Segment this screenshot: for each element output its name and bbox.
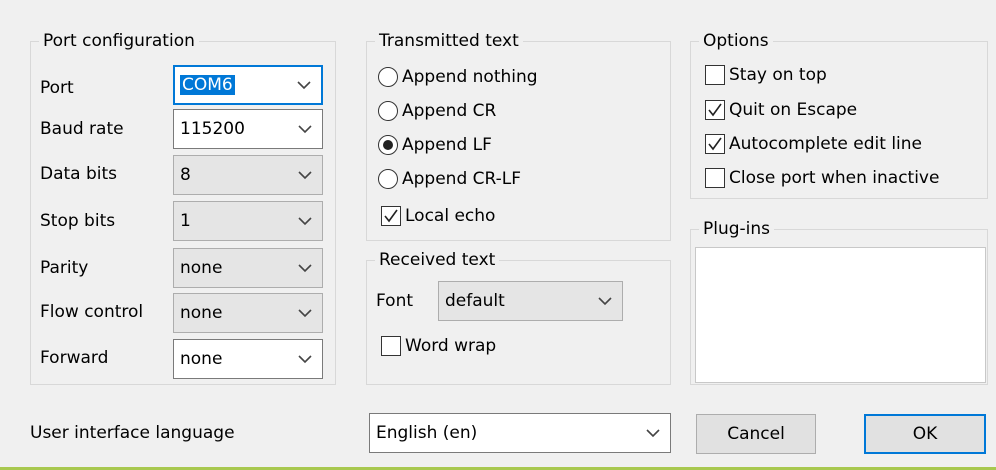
checkbox-unchecked[interactable] [705, 65, 725, 85]
checkbox-unchecked[interactable] [381, 336, 401, 356]
data-bits-value: 8 [180, 165, 191, 185]
ok-button[interactable]: OK [864, 414, 986, 454]
baud-rate-select[interactable]: 115200 [173, 109, 323, 149]
chevron-down-icon [298, 309, 312, 318]
radio-append-lf[interactable]: Append LF [378, 135, 492, 155]
stay-on-top-label: Stay on top [729, 65, 827, 85]
stop-bits-label: Stop bits [40, 211, 116, 231]
close-port-when-inactive-label: Close port when inactive [729, 168, 940, 188]
radio-append-cr-lf[interactable]: Append CR-LF [378, 169, 521, 189]
stay-on-top-checkbox[interactable]: Stay on top [705, 65, 827, 85]
stop-bits-value: 1 [180, 211, 191, 231]
radio-label: Append CR [402, 101, 497, 121]
local-echo-checkbox[interactable]: Local echo [381, 206, 495, 226]
radio-button-selected[interactable] [378, 135, 398, 155]
close-port-when-inactive-checkbox[interactable]: Close port when inactive [705, 168, 939, 188]
local-echo-label: Local echo [405, 206, 496, 226]
chevron-down-icon [298, 217, 312, 226]
word-wrap-label: Word wrap [405, 336, 497, 356]
quit-on-escape-label: Quit on Escape [729, 100, 858, 120]
forward-select[interactable]: none [173, 339, 323, 379]
plugins-list[interactable] [695, 247, 986, 383]
autocomplete-edit-line-label: Autocomplete edit line [729, 134, 923, 154]
data-bits-label: Data bits [40, 164, 118, 184]
radio-button[interactable] [378, 67, 398, 87]
chevron-down-icon [298, 264, 312, 273]
forward-value: none [180, 349, 223, 369]
plugins-title: Plug-ins [699, 218, 775, 240]
stop-bits-select[interactable]: 1 [173, 201, 323, 241]
parity-value: none [180, 258, 223, 278]
chevron-down-icon [298, 171, 312, 180]
parity-label: Parity [40, 258, 89, 278]
forward-label: Forward [40, 348, 109, 368]
checkbox-checked[interactable] [705, 134, 725, 154]
ui-language-label: User interface language [30, 423, 235, 443]
chevron-down-icon [646, 429, 660, 438]
font-label: Font [376, 291, 414, 311]
ui-language-select[interactable]: English (en) [369, 413, 671, 453]
radio-label: Append CR-LF [402, 169, 522, 189]
radio-label: Append nothing [402, 67, 538, 87]
chevron-down-icon [297, 81, 311, 90]
chevron-down-icon [298, 125, 312, 134]
baud-rate-value: 115200 [180, 119, 245, 139]
checkmark-icon [708, 103, 722, 117]
baud-rate-label: Baud rate [40, 119, 124, 139]
checkbox-checked[interactable] [705, 100, 725, 120]
options-title: Options [699, 30, 773, 52]
radio-dot [383, 140, 393, 150]
checkmark-icon [384, 209, 398, 223]
radio-append-cr[interactable]: Append CR [378, 101, 496, 121]
chevron-down-icon [598, 297, 612, 306]
radio-button[interactable] [378, 169, 398, 189]
autocomplete-edit-line-checkbox[interactable]: Autocomplete edit line [705, 134, 922, 154]
quit-on-escape-checkbox[interactable]: Quit on Escape [705, 100, 857, 120]
transmitted-text-title: Transmitted text [375, 30, 523, 52]
word-wrap-checkbox[interactable]: Word wrap [381, 336, 496, 356]
checkmark-icon [708, 137, 722, 151]
checkbox-checked[interactable] [381, 206, 401, 226]
port-label: Port [40, 78, 74, 98]
flow-control-label: Flow control [40, 302, 144, 322]
flow-control-value: none [180, 303, 223, 323]
port-value: COM6 [180, 75, 235, 95]
ui-language-value: English (en) [376, 423, 478, 443]
port-configuration-title: Port configuration [39, 30, 199, 52]
received-text-group: Received text [366, 249, 671, 385]
font-select[interactable]: default [438, 281, 623, 321]
flow-control-select[interactable]: none [173, 293, 323, 333]
data-bits-select[interactable]: 8 [173, 155, 323, 195]
chevron-down-icon [298, 355, 312, 364]
cancel-button[interactable]: Cancel [696, 414, 816, 454]
port-select[interactable]: COM6 [173, 65, 323, 105]
radio-append-nothing[interactable]: Append nothing [378, 67, 538, 87]
received-text-title: Received text [375, 249, 500, 271]
font-value: default [445, 291, 505, 311]
parity-select[interactable]: none [173, 248, 323, 288]
radio-button[interactable] [378, 101, 398, 121]
radio-label: Append LF [402, 135, 492, 155]
checkbox-unchecked[interactable] [705, 168, 725, 188]
